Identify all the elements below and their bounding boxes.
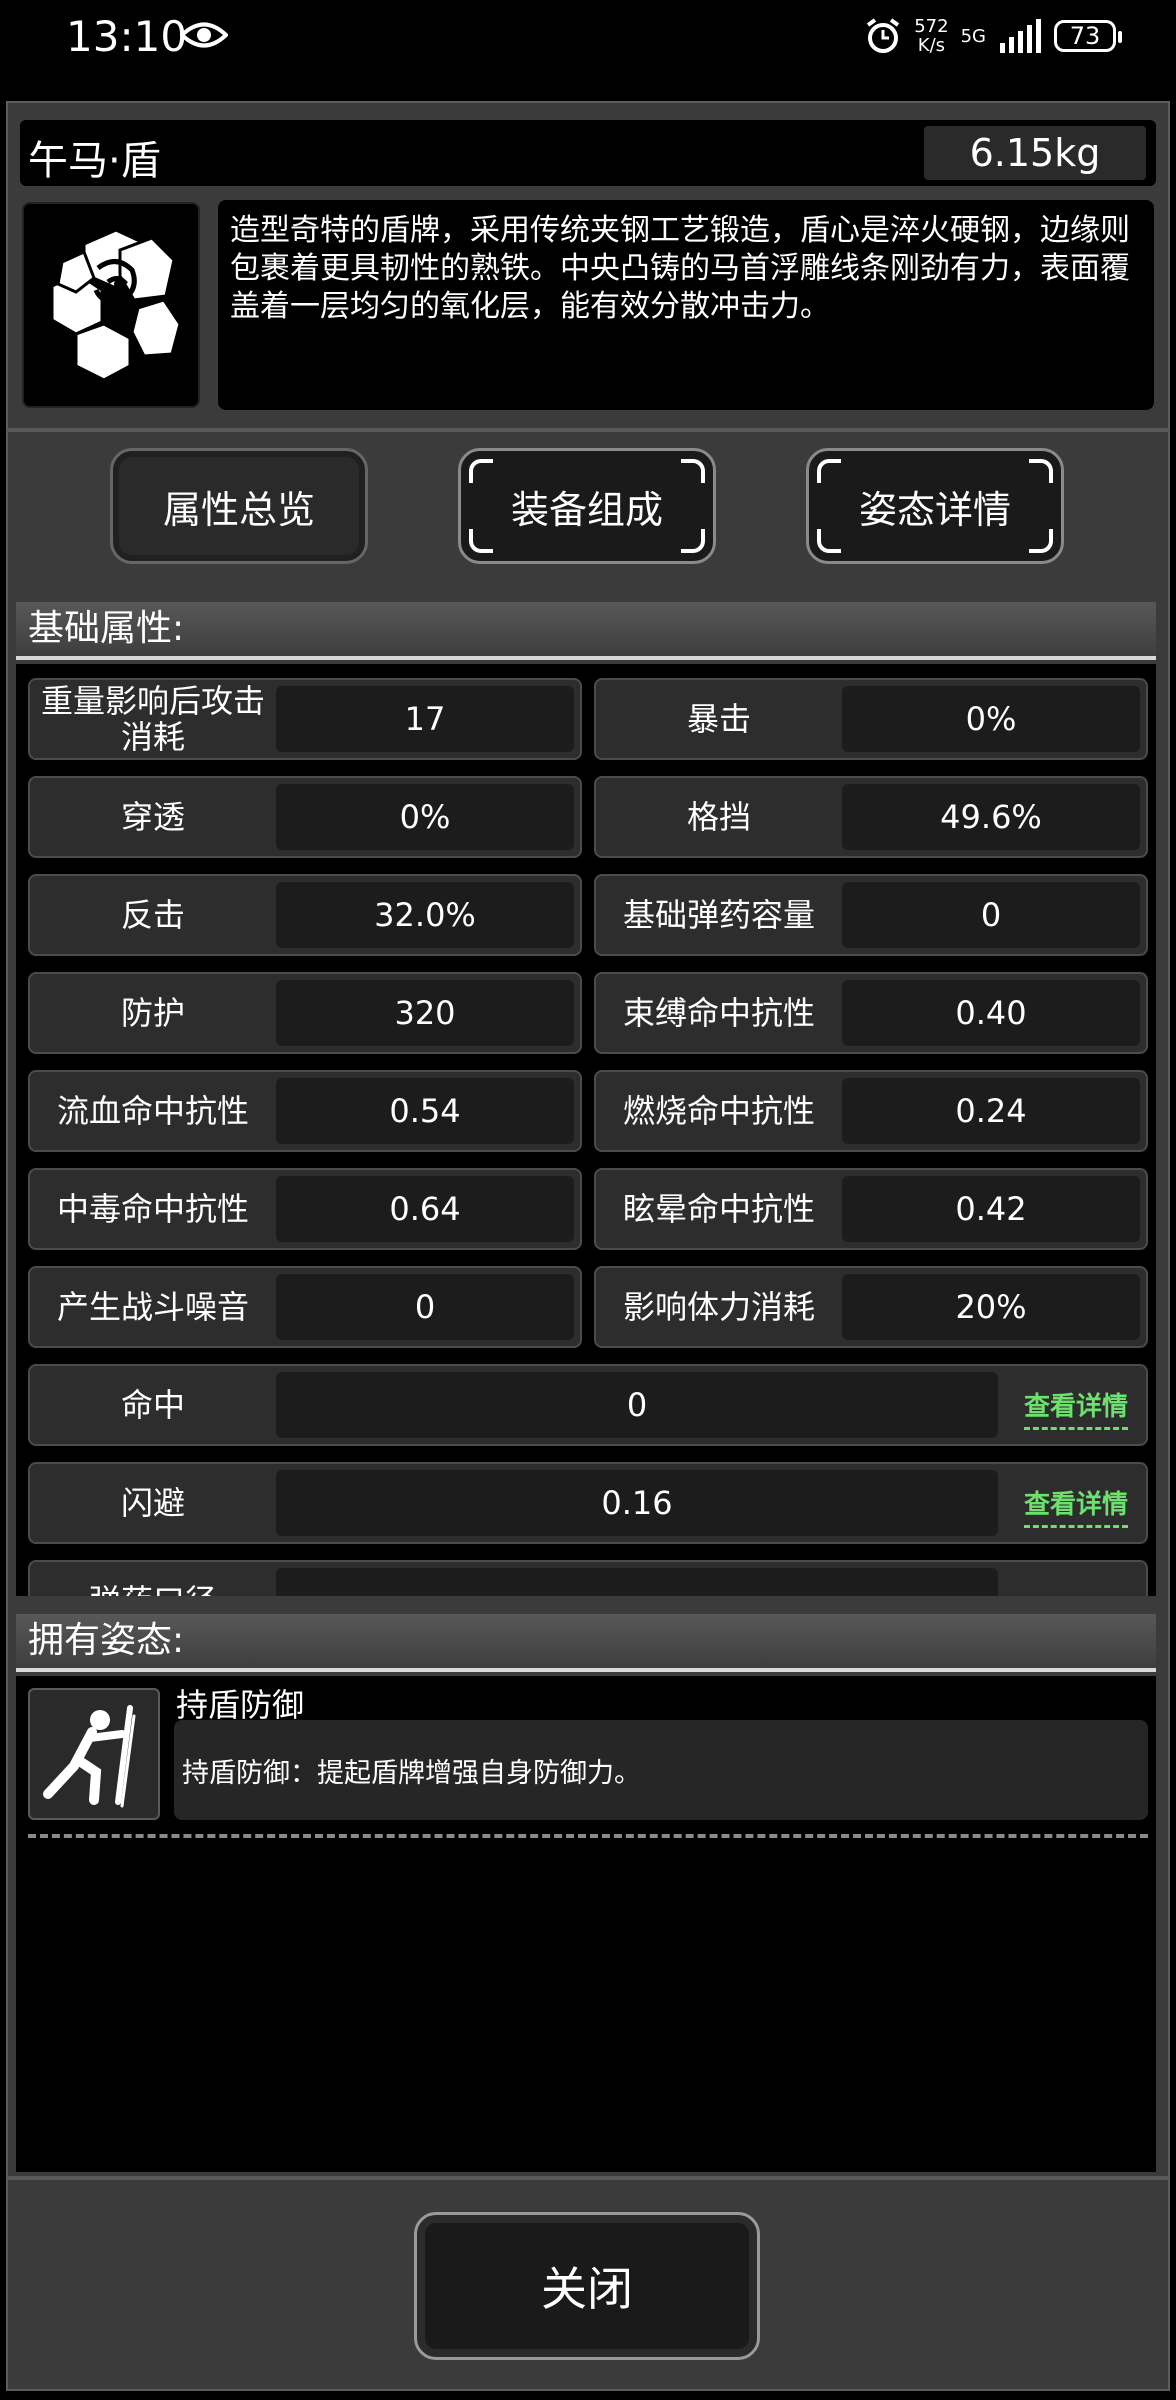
tab-label: 装备组成 xyxy=(510,487,663,532)
stat-protection: 防护 320 xyxy=(28,972,582,1054)
status-bar: 13:10 572 K/s 5G 73 xyxy=(0,0,1176,96)
tab-label: 姿态详情 xyxy=(858,487,1011,532)
stat-combat-noise: 产生战斗噪音 0 xyxy=(28,1266,582,1348)
tab-equipment-composition[interactable]: 装备组成 xyxy=(458,448,716,564)
view-details-link[interactable]: 查看详情 xyxy=(1023,1484,1128,1528)
stat-penetration: 穿透 0% xyxy=(28,776,582,858)
status-time: 13:10 xyxy=(66,12,188,61)
eye-icon xyxy=(180,22,228,48)
item-header: 午马·盾 6.15kg xyxy=(20,120,1156,186)
tab-stance-details[interactable]: 姿态详情 xyxy=(806,448,1064,564)
stance-description: 持盾防御：提起盾牌增强自身防御力。 xyxy=(182,1757,641,1789)
item-icon-frame xyxy=(22,202,200,408)
item-name: 午马·盾 xyxy=(28,138,161,184)
network-type: 5G xyxy=(960,25,986,47)
stat-ammo-capacity: 基础弹药容量 0 xyxy=(594,874,1148,956)
tab-attribute-overview[interactable]: 属性总览 xyxy=(110,448,368,564)
stances-list: 持盾防御 持盾防御：提起盾牌增强自身防御力。 xyxy=(16,1676,1156,2172)
stat-block: 格挡 49.6% xyxy=(594,776,1148,858)
stat-burn-resist: 燃烧命中抗性 0.24 xyxy=(594,1070,1148,1152)
stat-poison-resist: 中毒命中抗性 0.64 xyxy=(28,1168,582,1250)
divider xyxy=(6,428,1170,432)
stat-bind-resist: 束缚命中抗性 0.40 xyxy=(594,972,1148,1054)
stat-crit: 暴击 0% xyxy=(594,678,1148,760)
base-stats-heading: 基础属性: xyxy=(16,602,1156,660)
shield-stance-icon xyxy=(43,1705,136,1808)
signal-icon xyxy=(1000,19,1041,53)
shield-emblem-icon xyxy=(50,228,182,382)
item-weight: 6.15kg xyxy=(924,126,1146,180)
close-button[interactable]: 关闭 xyxy=(414,2212,760,2360)
battery-icon: 73 xyxy=(1054,20,1122,52)
tab-label: 属性总览 xyxy=(162,487,315,532)
stances-heading: 拥有姿态: xyxy=(16,1614,1156,1672)
alarm-icon xyxy=(867,18,900,53)
stat-evasion: 闪避 0.16 查看详情 xyxy=(28,1462,1148,1544)
stat-accuracy: 命中 0 查看详情 xyxy=(28,1364,1148,1446)
stat-stamina-cost: 影响体力消耗 20% xyxy=(594,1266,1148,1348)
stat-bleed-resist: 流血命中抗性 0.54 xyxy=(28,1070,582,1152)
stance-description-box: 持盾防御：提起盾牌增强自身防御力。 xyxy=(174,1720,1148,1820)
view-details-link[interactable]: 查看详情 xyxy=(1023,1386,1128,1430)
stat-counter: 反击 32.0% xyxy=(28,874,582,956)
stat-ammo-caliber: 弹药口径 xyxy=(28,1560,1148,1596)
dashed-divider xyxy=(28,1834,1148,1838)
stat-attack-cost: 重量影响后攻击消耗 17 xyxy=(28,678,582,760)
close-button-label: 关闭 xyxy=(541,2262,633,2316)
divider xyxy=(6,2176,1170,2180)
base-stats-list[interactable]: 重量影响后攻击消耗 17 暴击 0% 穿透 0% 格挡 49.6% 反击 32.… xyxy=(16,664,1156,1596)
status-indicators: 572 K/s 5G 73 xyxy=(864,14,1122,58)
stat-stun-resist: 眩晕命中抗性 0.42 xyxy=(594,1168,1148,1250)
network-speed: 572 K/s xyxy=(914,16,949,56)
item-description: 造型奇特的盾牌，采用传统夹钢工艺锻造，盾心是淬火硬钢，边缘则包裹着更具韧性的熟铁… xyxy=(218,200,1154,410)
stance-item[interactable] xyxy=(28,1688,160,1820)
